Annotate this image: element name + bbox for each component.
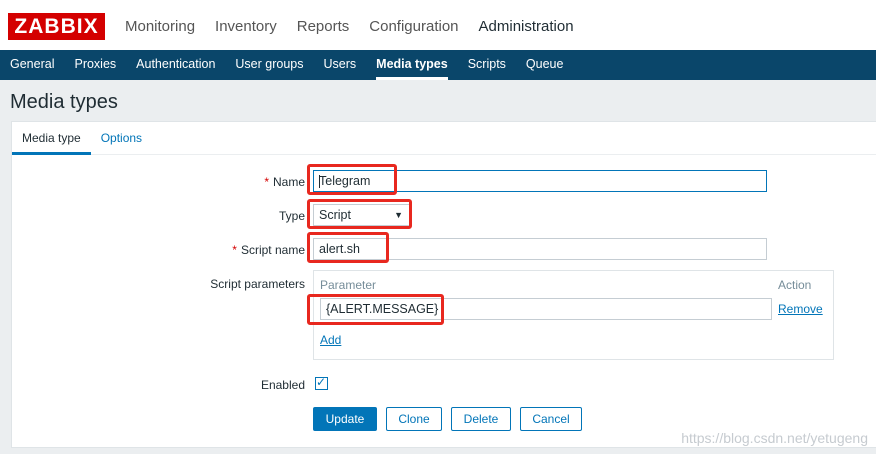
- script-name-label-text: Script name: [240, 243, 305, 257]
- main-nav-monitoring[interactable]: Monitoring: [125, 18, 195, 35]
- name-value: Telegram: [319, 174, 371, 188]
- script-name-label: * Script name: [12, 243, 305, 257]
- tab-media-type[interactable]: Media type: [12, 122, 91, 155]
- form-panel: Media type Options * Name Telegram Type S…: [11, 121, 876, 448]
- update-button[interactable]: Update: [313, 407, 377, 431]
- main-nav-configuration[interactable]: Configuration: [369, 18, 458, 35]
- action-column-header: Action: [778, 278, 812, 292]
- type-select[interactable]: Script ▼: [313, 204, 410, 226]
- name-input[interactable]: Telegram: [313, 170, 767, 192]
- sub-nav: General Proxies Authentication User grou…: [0, 50, 876, 80]
- main-nav-administration[interactable]: Administration: [479, 18, 574, 35]
- parameter-column-header: Parameter: [320, 278, 377, 292]
- remove-parameter-link[interactable]: Remove: [778, 302, 823, 316]
- main-nav: Monitoring Inventory Reports Configurati…: [125, 18, 594, 35]
- checkmark-icon: ✓: [316, 375, 327, 389]
- name-label-text: Name: [272, 175, 305, 189]
- delete-button[interactable]: Delete: [451, 407, 511, 431]
- type-value: Script: [319, 208, 351, 222]
- enabled-checkbox[interactable]: ✓: [315, 375, 328, 390]
- top-bar: ZABBIX Monitoring Inventory Reports Conf…: [0, 0, 876, 51]
- name-label: * Name: [12, 175, 305, 189]
- parameter-input[interactable]: {ALERT.MESSAGE}: [320, 298, 772, 320]
- page-title: Media types: [10, 91, 118, 113]
- sub-nav-user-groups[interactable]: User groups: [225, 50, 313, 80]
- sub-nav-scripts[interactable]: Scripts: [458, 50, 516, 80]
- tab-bar: Media type Options: [12, 122, 876, 155]
- zabbix-logo[interactable]: ZABBIX: [8, 13, 105, 40]
- script-params-label: Script parameters: [210, 277, 305, 291]
- script-name-input[interactable]: alert.sh: [313, 238, 767, 260]
- add-parameter-link[interactable]: Add: [320, 333, 341, 347]
- required-marker: *: [264, 175, 269, 189]
- script-params-table: Parameter Action {ALERT.MESSAGE} Remove …: [313, 270, 834, 360]
- type-label: Type: [278, 209, 305, 223]
- dropdown-arrow-icon: ▼: [394, 210, 403, 220]
- sub-nav-users[interactable]: Users: [314, 50, 367, 80]
- tab-options[interactable]: Options: [91, 122, 152, 154]
- main-nav-inventory[interactable]: Inventory: [215, 18, 277, 35]
- cancel-button[interactable]: Cancel: [520, 407, 582, 431]
- parameter-value: {ALERT.MESSAGE}: [326, 302, 439, 316]
- clone-button[interactable]: Clone: [386, 407, 442, 431]
- sub-nav-queue[interactable]: Queue: [516, 50, 574, 80]
- main-nav-reports[interactable]: Reports: [297, 18, 350, 35]
- sub-nav-proxies[interactable]: Proxies: [64, 50, 126, 80]
- sub-nav-authentication[interactable]: Authentication: [126, 50, 225, 80]
- sub-nav-media-types[interactable]: Media types: [366, 50, 458, 80]
- text-cursor: [319, 175, 320, 188]
- sub-nav-general[interactable]: General: [0, 50, 64, 80]
- required-marker: *: [232, 243, 237, 257]
- enabled-label: Enabled: [260, 378, 305, 392]
- watermark: https://blog.csdn.net/yetugeng: [681, 430, 868, 446]
- script-name-value: alert.sh: [319, 242, 360, 256]
